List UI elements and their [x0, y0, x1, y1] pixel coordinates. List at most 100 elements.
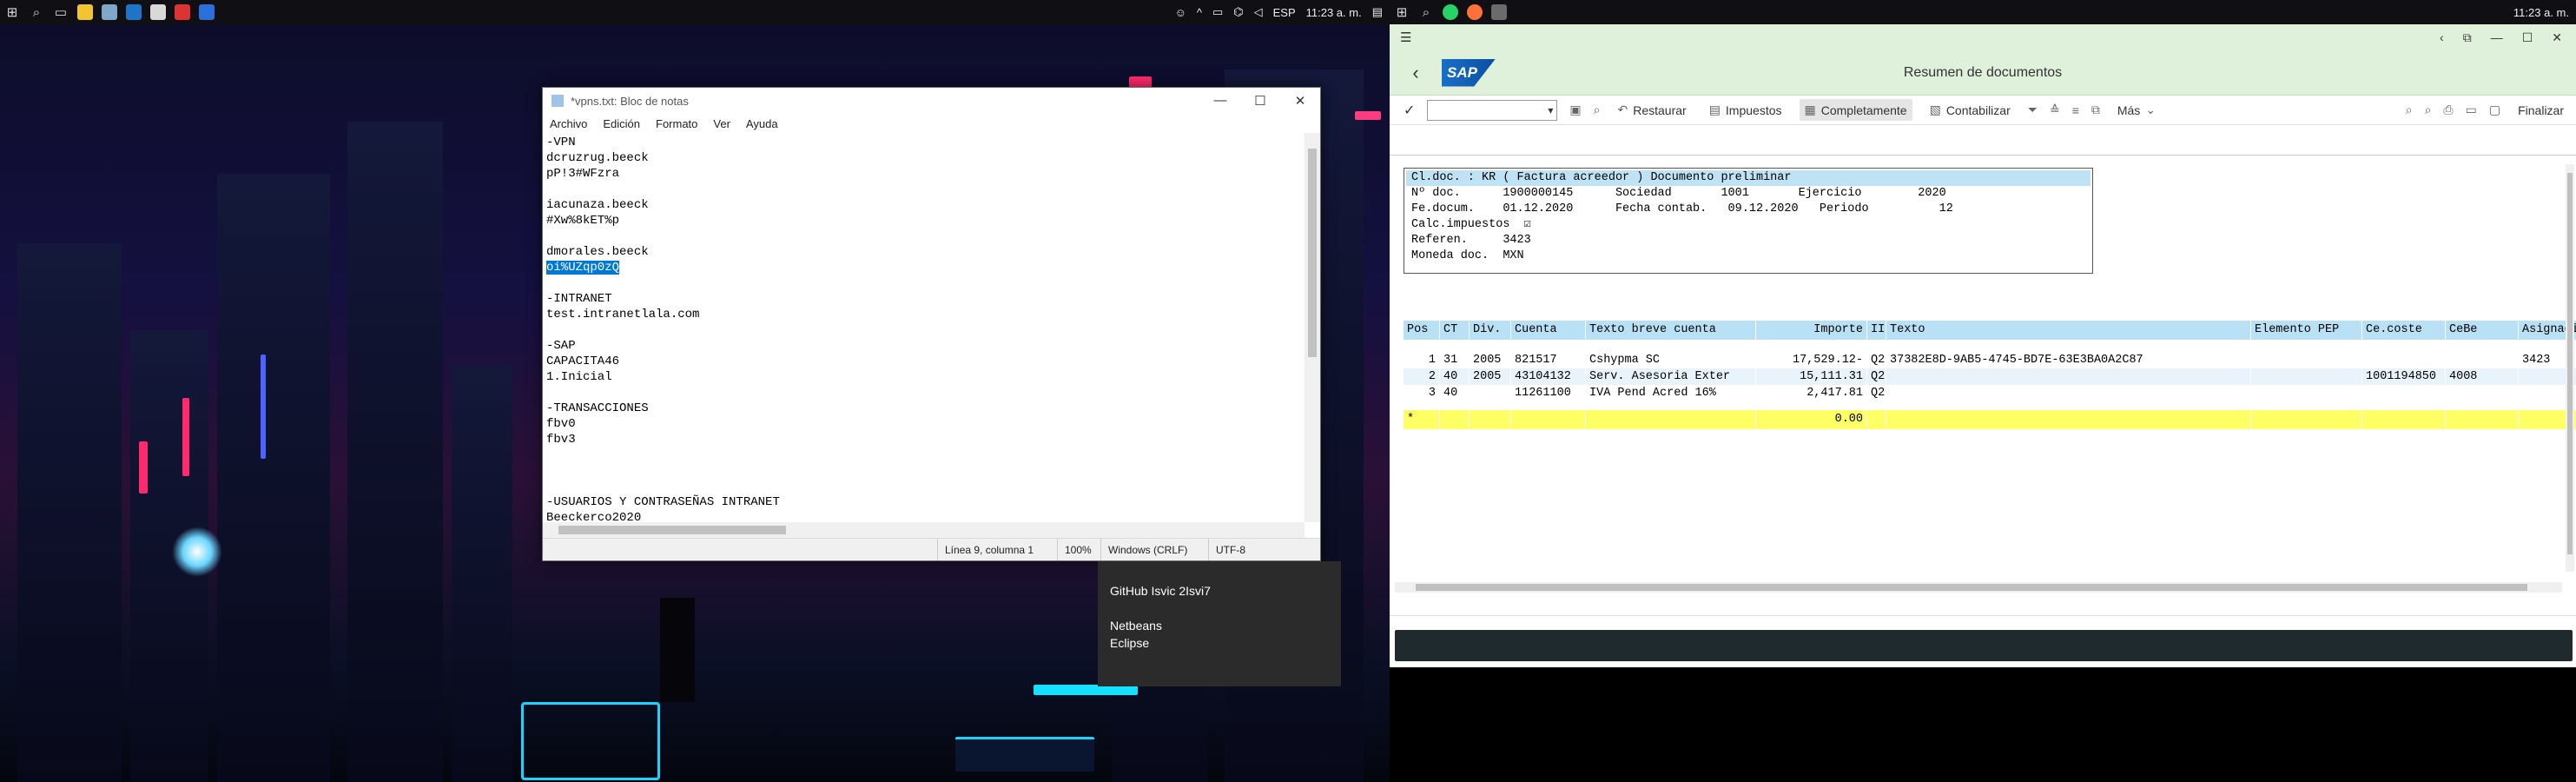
cell-ii[interactable]: Q2	[1867, 385, 1886, 401]
minimize-icon[interactable]: —	[2491, 30, 2503, 45]
cell-pep[interactable]	[2251, 352, 2362, 368]
col-header-ce-coste[interactable]: Ce.coste	[2362, 321, 2446, 340]
monitor-icon[interactable]: ▢	[2489, 103, 2500, 117]
col-header-texto[interactable]: Texto	[1886, 321, 2251, 340]
col-header-cebe[interactable]: CeBe	[2446, 321, 2519, 340]
col-header-ct[interactable]: CT	[1440, 321, 1470, 340]
cell-pep[interactable]	[2251, 368, 2362, 385]
cell-cebe[interactable]: 4008	[2446, 368, 2519, 385]
close-icon[interactable]: ✕	[2552, 30, 2562, 45]
battery-icon[interactable]: ▭	[1212, 5, 1223, 19]
tax-calc-line[interactable]: Calc.impuestos ☑	[1411, 217, 2085, 233]
layout-icon[interactable]: ⧉	[2091, 103, 2100, 117]
finish-button[interactable]: Finalizar	[2513, 100, 2576, 121]
menu-ver[interactable]: Ver	[713, 117, 730, 130]
taxes-button[interactable]: ▤ Impuestos	[1704, 99, 1787, 121]
zoom-icon[interactable]: ⌕	[1594, 103, 1601, 117]
cell-ii[interactable]: Q2	[1867, 368, 1886, 385]
cell-pep[interactable]	[2251, 410, 2362, 429]
col-header-texto-breve[interactable]: Texto breve cuenta	[1586, 321, 1756, 340]
back-icon[interactable]: ‹	[1390, 62, 1442, 84]
uipath-studio-icon[interactable]	[195, 0, 219, 24]
restore-button[interactable]: ↶ Restaurar	[1612, 99, 1691, 121]
antivirus-icon[interactable]	[170, 0, 195, 24]
cell-pos[interactable]: 2	[1404, 368, 1440, 385]
notepad-horizontal-scrollbar[interactable]	[543, 522, 1305, 538]
cell-importe[interactable]: 15,111.31	[1756, 368, 1867, 385]
volume-icon[interactable]: ◁	[1254, 5, 1263, 19]
col-header-pep[interactable]: Elemento PEP	[2251, 321, 2362, 340]
uipath-icon[interactable]	[122, 0, 146, 24]
table-row[interactable]: 3 40 11261100 IVA Pend Acred 16% 2,417.81 Q2	[1404, 385, 2576, 401]
cell-texto[interactable]	[1886, 385, 2251, 401]
cell-ce-coste[interactable]	[2362, 410, 2446, 429]
command-field[interactable]: ▾	[1427, 99, 1558, 121]
cell-importe[interactable]: 2,417.81	[1756, 385, 1867, 401]
cell-pos[interactable]: 3	[1404, 385, 1440, 401]
window-icon[interactable]: ▭	[2466, 103, 2477, 117]
network-icon[interactable]: ⌬	[1233, 5, 1243, 19]
notepad-text-area[interactable]: -VPN dcruzrug.beeck pP!3#WFzra iacunaza.bee…	[543, 133, 1305, 522]
sort-asc-icon[interactable]: ≙	[2050, 103, 2060, 117]
cell-pos[interactable]: 1	[1404, 352, 1440, 368]
post-button[interactable]: ▧ Contabilizar	[1925, 99, 2016, 121]
windows-icon[interactable]: ⊞	[0, 0, 24, 24]
cell-texto[interactable]	[1886, 410, 2251, 429]
cell-ct[interactable]: 40	[1440, 385, 1470, 401]
whatsapp-icon[interactable]	[1438, 0, 1463, 24]
table-row[interactable]: 1 31 2005 821517 Cshypma SC 17,529.12- Q2 37382…	[1404, 352, 2576, 368]
save-icon[interactable]: ▣	[1569, 103, 1581, 117]
cell-div[interactable]	[1470, 410, 1511, 429]
menu-edicion[interactable]: Edición	[603, 117, 640, 130]
col-header-pos[interactable]: Pos	[1404, 321, 1440, 340]
cell-cebe[interactable]	[2446, 352, 2519, 368]
col-header-div[interactable]: Div.	[1470, 321, 1511, 340]
search-icon[interactable]: ⌕	[24, 0, 49, 24]
cell-ce-coste[interactable]: 1001194850	[2362, 368, 2446, 385]
cell-pep[interactable]	[2251, 385, 2362, 401]
cell-texto-breve[interactable]: Serv. Asesoria Exter	[1586, 368, 1756, 385]
menu-formato[interactable]: Formato	[656, 117, 697, 130]
cell-div[interactable]	[1470, 385, 1511, 401]
maximize-icon[interactable]: ☐	[1240, 93, 1280, 109]
cell-div[interactable]: 2005	[1470, 352, 1511, 368]
cell-cebe[interactable]	[2446, 385, 2519, 401]
search-plus-icon[interactable]: ⌕	[2425, 103, 2432, 117]
menu-archivo[interactable]: Archivo	[550, 117, 587, 130]
print-icon[interactable]: ⎙	[2443, 103, 2453, 117]
language-indicator[interactable]: ESP	[1273, 6, 1296, 19]
cell-ct[interactable]: 40	[1440, 368, 1470, 385]
more-menu[interactable]: Más ⌄	[2112, 99, 2161, 121]
person-icon[interactable]: ☺	[1175, 6, 1186, 19]
table-row[interactable]: 2 40 2005 43104132 Serv. Asesoria Exter 15,11…	[1404, 368, 2576, 385]
cell-texto[interactable]: 37382E8D-9AB5-4745-BD7E-63E3BA0A2C87	[1886, 352, 2251, 368]
cell-texto-breve[interactable]: IVA Pend Acred 16%	[1586, 385, 1756, 401]
cell-ii[interactable]: Q2	[1867, 352, 1886, 368]
cell-ce-coste[interactable]	[2362, 385, 2446, 401]
cell-importe[interactable]: 17,529.12-	[1756, 352, 1867, 368]
cell-ct[interactable]: 31	[1440, 352, 1470, 368]
clock[interactable]: 11:23 a. m.	[2513, 6, 2569, 19]
cell-cuenta[interactable]: 821517	[1511, 352, 1586, 368]
cell-texto[interactable]	[1886, 368, 2251, 385]
cell-cebe[interactable]	[2446, 410, 2519, 429]
col-header-importe[interactable]: Importe	[1756, 321, 1867, 340]
filter-icon[interactable]: ⏷	[2028, 103, 2038, 117]
sap-logon-icon[interactable]	[1487, 0, 1511, 24]
minimize-icon[interactable]: —	[1200, 93, 1240, 109]
share-icon[interactable]: ⧉	[2463, 30, 2472, 45]
nav-back-icon[interactable]: ‹	[2440, 30, 2444, 45]
sap-titlebar[interactable]: ☰ ‹ ⧉ — ☐ ✕	[1390, 24, 2576, 50]
notepad-titlebar[interactable]: *vpns.txt: Bloc de notas — ☐ ✕	[543, 88, 1320, 114]
cell-ii[interactable]	[1867, 410, 1886, 429]
clock[interactable]: 11:23 a. m.	[1306, 6, 1362, 19]
sort-desc-icon[interactable]: ≡	[2072, 103, 2079, 117]
firefox-icon[interactable]	[1463, 0, 1487, 24]
explorer-icon[interactable]	[97, 0, 122, 24]
close-icon[interactable]: ✕	[1280, 93, 1320, 109]
grid-horizontal-scrollbar[interactable]	[1395, 582, 2562, 593]
cell-texto-breve[interactable]	[1586, 410, 1756, 429]
search-icon[interactable]: ⌕	[2406, 103, 2413, 117]
check-icon[interactable]: ✓	[1404, 102, 1415, 119]
notes-icon[interactable]	[73, 0, 97, 24]
